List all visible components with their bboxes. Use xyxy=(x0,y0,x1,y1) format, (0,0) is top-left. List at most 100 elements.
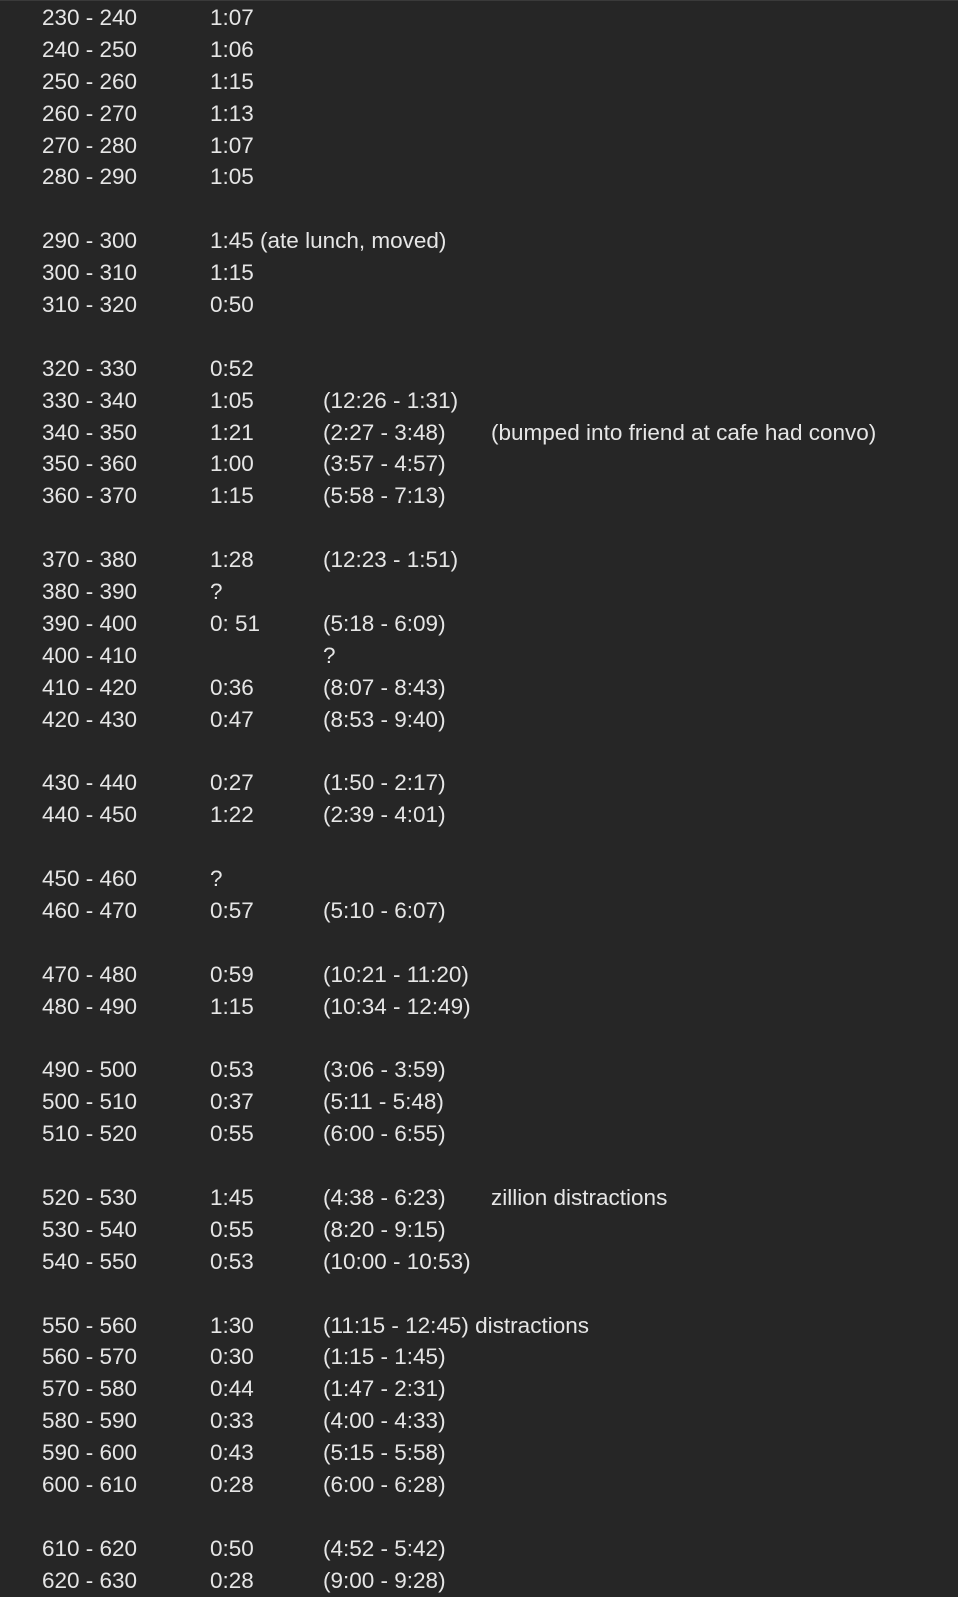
log-row[interactable]: 620 - 630 0:28 (9:00 - 9:28) xyxy=(0,1565,958,1597)
note-text-area[interactable]: 230 - 240 1:07 240 - 250 1:06 250 - 260 1:15 2… xyxy=(0,0,958,1596)
log-row[interactable]: 380 - 390? xyxy=(0,576,958,608)
log-row[interactable]: 370 - 380 1:28 (12:23 - 1:51) xyxy=(0,544,958,576)
log-row[interactable]: 390 - 400 0: 51 (5:18 - 6:09) xyxy=(0,608,958,640)
row-note: zillion distractions xyxy=(491,1184,668,1210)
page-range: 310 - 320 xyxy=(42,292,138,318)
page-range: 250 - 260 xyxy=(42,68,138,94)
blank-line[interactable] xyxy=(0,1278,958,1310)
log-row[interactable]: 400 - 410? xyxy=(0,640,958,672)
log-row[interactable]: 430 - 440 0:27 (1:50 - 2:17) xyxy=(0,767,958,799)
log-row[interactable]: 530 - 540 0:55 (8:20 - 9:15) xyxy=(0,1214,958,1246)
log-row[interactable]: 560 - 570 0:30 (1:15 - 1:45) xyxy=(0,1341,958,1373)
blank-line[interactable] xyxy=(0,512,958,544)
log-row[interactable]: 260 - 270 1:13 xyxy=(0,98,958,130)
duration: 0:53 xyxy=(210,1248,254,1274)
time-span: (1:15 - 1:45) xyxy=(323,1344,446,1370)
blank-line[interactable] xyxy=(0,193,958,225)
log-row[interactable]: 590 - 600 0:43 (5:15 - 5:58) xyxy=(0,1437,958,1469)
duration: 0:52 xyxy=(210,355,254,381)
log-row[interactable]: 450 - 460? xyxy=(0,863,958,895)
duration: 0:50 xyxy=(210,292,254,318)
log-row[interactable]: 480 - 490 1:15 (10:34 - 12:49) xyxy=(0,991,958,1023)
page-range: 530 - 540 xyxy=(42,1216,138,1242)
log-row[interactable]: 240 - 250 1:06 xyxy=(0,34,958,66)
duration: 1:45 xyxy=(210,1184,254,1210)
page-range: 330 - 340 xyxy=(42,387,138,413)
duration: 1:21 xyxy=(210,419,254,445)
log-row[interactable]: 230 - 240 1:07 xyxy=(0,2,958,34)
log-row[interactable]: 290 - 300 1:45 (ate lunch, moved) xyxy=(0,225,958,257)
log-row[interactable]: 410 - 420 0:36 (8:07 - 8:43) xyxy=(0,672,958,704)
blank-line[interactable] xyxy=(0,321,958,353)
blank-line[interactable] xyxy=(0,735,958,767)
page-range: 460 - 470 xyxy=(42,897,138,923)
log-row[interactable]: 490 - 500 0:53 (3:06 - 3:59) xyxy=(0,1054,958,1086)
log-row[interactable]: 320 - 330 0:52 xyxy=(0,353,958,385)
page-range: 570 - 580 xyxy=(42,1376,138,1402)
blank-line[interactable] xyxy=(0,831,958,863)
duration: 1:15 xyxy=(210,993,254,1019)
log-row[interactable]: 600 - 610 0:28 (6:00 - 6:28) xyxy=(0,1469,958,1501)
duration: 1:30 xyxy=(210,1312,254,1338)
log-row[interactable]: 520 - 530 1:45 (4:38 - 6:23) zillion distra… xyxy=(0,1182,958,1214)
duration: ? xyxy=(210,579,223,605)
blank-line[interactable] xyxy=(0,1501,958,1533)
log-row[interactable]: 540 - 550 0:53 (10:00 - 10:53) xyxy=(0,1246,958,1278)
duration: 0:28 xyxy=(210,1567,254,1593)
log-row[interactable]: 570 - 580 0:44 (1:47 - 2:31) xyxy=(0,1373,958,1405)
duration: 0:55 xyxy=(210,1121,254,1147)
log-row[interactable]: 360 - 370 1:15 (5:58 - 7:13) xyxy=(0,480,958,512)
log-row[interactable]: 470 - 480 0:59 (10:21 - 11:20) xyxy=(0,959,958,991)
duration: 0:59 xyxy=(210,961,254,987)
log-row[interactable]: 610 - 620 0:50 (4:52 - 5:42) xyxy=(0,1533,958,1565)
time-span: (5:11 - 5:48) xyxy=(323,1089,444,1115)
time-span: (10:21 - 11:20) xyxy=(323,961,469,987)
log-row[interactable]: 460 - 470 0:57 (5:10 - 6:07) xyxy=(0,895,958,927)
time-span: (3:06 - 3:59) xyxy=(323,1057,446,1083)
page-range: 480 - 490 xyxy=(42,993,138,1019)
log-row[interactable]: 280 - 290 1:05 xyxy=(0,161,958,193)
page-range: 390 - 400 xyxy=(42,610,138,636)
duration: 1:15 xyxy=(210,260,254,286)
duration: 0:28 xyxy=(210,1471,254,1497)
page-range: 300 - 310 xyxy=(42,260,138,286)
duration: 0: 51 xyxy=(210,610,261,636)
page-range: 500 - 510 xyxy=(42,1089,138,1115)
time-span: (10:34 - 12:49) xyxy=(323,993,471,1019)
page-range: 230 - 240 xyxy=(42,5,138,30)
log-row[interactable]: 510 - 520 0:55 (6:00 - 6:55) xyxy=(0,1118,958,1150)
log-row[interactable]: 500 - 510 0:37 (5:11 - 5:48) xyxy=(0,1086,958,1118)
duration: 1:05 xyxy=(210,164,254,190)
duration: 0:27 xyxy=(210,770,254,796)
blank-line[interactable] xyxy=(0,1023,958,1055)
time-span: (8:53 - 9:40) xyxy=(323,706,446,732)
log-row[interactable]: 440 - 450 1:22 (2:39 - 4:01) xyxy=(0,799,958,831)
log-row[interactable]: 580 - 590 0:33 (4:00 - 4:33) xyxy=(0,1405,958,1437)
log-row[interactable]: 340 - 350 1:21 (2:27 - 3:48) (bumped into f… xyxy=(0,417,958,449)
page-range: 590 - 600 xyxy=(42,1440,138,1466)
log-row[interactable]: 250 - 260 1:15 xyxy=(0,66,958,98)
page-range: 520 - 530 xyxy=(42,1184,138,1210)
time-span: (10:00 - 10:53) xyxy=(323,1248,471,1274)
page-range: 280 - 290 xyxy=(42,164,138,190)
page-range: 510 - 520 xyxy=(42,1121,138,1147)
log-row[interactable]: 300 - 310 1:15 xyxy=(0,257,958,289)
time-span: (4:00 - 4:33) xyxy=(323,1408,446,1434)
duration: 1:07 xyxy=(210,132,254,158)
blank-line[interactable] xyxy=(0,927,958,959)
log-row[interactable]: 550 - 560 1:30 (11:15 - 12:45) distraction… xyxy=(0,1310,958,1342)
time-span: (12:23 - 1:51) xyxy=(323,547,459,573)
page-range: 260 - 270 xyxy=(42,100,138,126)
log-row[interactable]: 420 - 430 0:47 (8:53 - 9:40) xyxy=(0,704,958,736)
blank-line[interactable] xyxy=(0,1150,958,1182)
duration: 0:43 xyxy=(210,1440,254,1466)
duration: 0:47 xyxy=(210,706,254,732)
duration: 0:33 xyxy=(210,1408,254,1434)
page-range: 430 - 440 xyxy=(42,770,138,796)
log-row[interactable]: 270 - 280 1:07 xyxy=(0,130,958,162)
log-row[interactable]: 330 - 340 1:05 (12:26 - 1:31) xyxy=(0,385,958,417)
page-range: 560 - 570 xyxy=(42,1344,138,1370)
log-row[interactable]: 310 - 320 0:50 xyxy=(0,289,958,321)
time-span: (5:15 - 5:58) xyxy=(323,1440,446,1466)
log-row[interactable]: 350 - 360 1:00 (3:57 - 4:57) xyxy=(0,448,958,480)
